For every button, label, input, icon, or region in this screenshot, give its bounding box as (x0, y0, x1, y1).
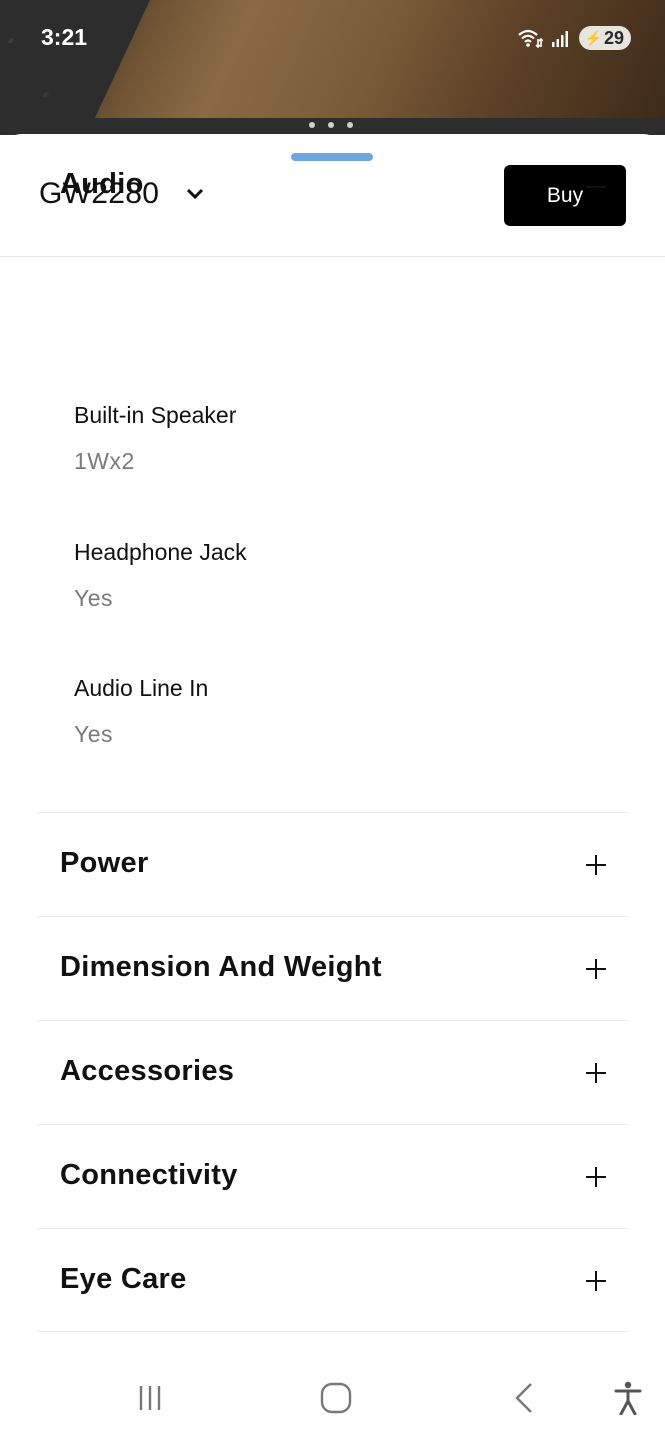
section-accessories[interactable]: Accessories (37, 1020, 628, 1124)
status-icons: ⚡ 29 (517, 26, 631, 50)
accessibility-icon[interactable] (608, 1378, 648, 1418)
section-dimension-and-weight[interactable]: Dimension And Weight (37, 916, 628, 1020)
spec-item: Headphone Jack Yes (74, 539, 247, 612)
section-title: Power (60, 847, 149, 879)
spec-label: Built-in Speaker (74, 402, 237, 428)
navigation-bar (0, 1360, 665, 1440)
expand-plus-icon[interactable] (585, 1270, 607, 1292)
section-title-audio[interactable]: Audio (60, 168, 144, 201)
spec-item: Built-in Speaker 1Wx2 (74, 402, 236, 475)
spec-value: 1Wx2 (74, 448, 135, 474)
home-icon[interactable] (316, 1378, 356, 1418)
divider (37, 1331, 628, 1332)
section-title: Accessories (60, 1055, 235, 1087)
signal-icon (551, 31, 568, 47)
charging-bolt-icon: ⚡ (584, 29, 602, 46)
spec-label: Audio Line In (74, 675, 209, 701)
photo-texture (0, 0, 151, 135)
status-time: 3:21 (41, 24, 88, 50)
spec-value: Yes (74, 721, 114, 747)
spec-label: Headphone Jack (74, 539, 247, 565)
section-title: Connectivity (60, 1159, 238, 1191)
section-power[interactable]: Power (37, 812, 628, 916)
expand-plus-icon[interactable] (585, 1166, 607, 1188)
back-icon[interactable] (504, 1378, 544, 1418)
spec-value: Yes (74, 585, 114, 611)
window-options-dots[interactable] (309, 122, 353, 128)
section-eye-care[interactable]: Eye Care (37, 1228, 628, 1332)
battery-level: 29 (603, 27, 624, 48)
section-connectivity[interactable]: Connectivity (37, 1124, 628, 1228)
expand-plus-icon[interactable] (585, 1062, 607, 1084)
expand-plus-icon[interactable] (585, 958, 607, 980)
chevron-down-icon (187, 188, 204, 200)
battery-icon: ⚡ 29 (578, 26, 631, 50)
section-title: Eye Care (60, 1263, 187, 1295)
section-title: Dimension And Weight (60, 951, 382, 983)
expand-plus-icon[interactable] (585, 854, 607, 876)
wifi-icon (517, 29, 543, 48)
collapse-minus-icon[interactable] (585, 176, 607, 198)
recent-apps-icon[interactable] (130, 1378, 170, 1418)
spec-item: Audio Line In Yes (74, 675, 208, 748)
background-photo (0, 0, 665, 135)
buy-button[interactable]: Buy (504, 165, 626, 226)
